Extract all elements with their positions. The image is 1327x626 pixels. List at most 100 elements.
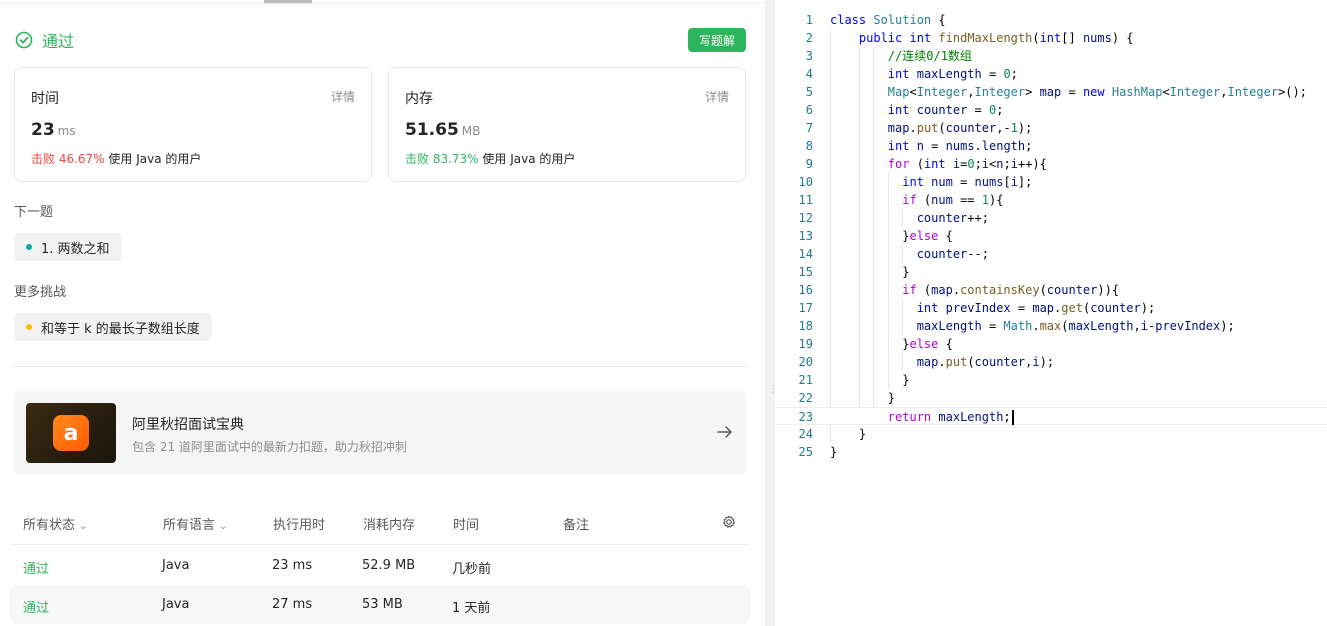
runtime-detail-link[interactable]: 详情 [331,88,355,105]
promo-banner[interactable]: a 阿里秋招面试宝典 包含 21 道阿里面试中的最新力扣题，助力秋招冲刺 [14,391,746,475]
code-line: 21 } [775,371,1327,389]
code-line: 14 counter--; [775,245,1327,263]
code-text: }else { [830,337,953,351]
write-solution-button[interactable]: 写题解 [687,28,746,52]
runtime-label: 时间 [31,91,59,107]
memory-detail-link[interactable]: 详情 [705,88,729,105]
line-number: 3 [805,49,813,63]
submission-status[interactable]: 通过 [23,597,49,616]
runtime-beat: 击败 46.67% 使用 Java 的用户 [31,150,201,167]
line-number: 22 [798,391,813,405]
code-line: 8 int n = nums.length; [775,137,1327,155]
line-number: 10 [798,175,813,189]
submission-status[interactable]: 通过 [23,558,49,577]
difficulty-medium-dot [26,324,32,330]
code-line: 12 counter++; [775,209,1327,227]
memory-beat: 击败 83.73% 使用 Java 的用户 [405,150,575,167]
language-filter[interactable]: 所有语言 ⌄ [163,514,227,533]
app-root: 通过 写题解 时间 详情 23 ms 击败 46.67% 使用 Java 的用户 … [0,0,1327,626]
panel-splitter[interactable]: ⋮ [765,0,778,626]
result-status-text: 通过 [42,32,75,51]
code-line: 22 } [775,389,1327,407]
code-line: 3 //连续0/1数组 [775,47,1327,65]
code-line: 19 }else { [775,335,1327,353]
challenge-problem-pill[interactable]: 和等于 k 的最长子数组长度 [14,313,212,341]
code-line: 10 int num = nums[i]; [775,173,1327,191]
runtime-number: 23 [31,120,55,140]
code-line: 2 public int findMaxLength(int[] nums) { [775,29,1327,47]
challenge-problem-title: 和等于 k 的最长子数组长度 [41,321,200,337]
memory-unit: MB [461,124,481,138]
line-number: 21 [798,373,813,387]
result-status-row: 通过 写题解 [14,28,746,52]
line-number: 2 [805,31,813,45]
memory-card: 内存 详情 51.65 MB 击败 83.73% 使用 Java 的用户 [388,67,746,182]
line-number: 5 [805,85,813,99]
settings-gear-icon[interactable] [722,515,736,529]
line-number: 8 [805,139,813,153]
runtime-value: 23 ms [31,120,76,140]
code-text: int prevIndex = map.get(counter); [916,301,1156,315]
line-number: 18 [798,319,813,333]
submissions-header: 所有状态 ⌄ 所有语言 ⌄ 执行用时 消耗内存 时间 备注 [10,506,750,538]
line-number: 17 [798,301,813,315]
code-text: int n = nums.length; [887,139,1033,153]
code-line: 16 if (map.containsKey(counter)){ [775,281,1327,299]
status-filter-label: 所有状态 [23,518,76,533]
code-editor[interactable]: 1 class Solution { 2 public int findMaxLe… [775,0,1327,626]
line-number: 4 [805,67,813,81]
code-text: if (map.containsKey(counter)){ [902,283,1120,297]
chevron-down-icon: ⌄ [79,521,88,532]
line-number: 14 [798,247,813,261]
submission-language: Java [162,558,190,573]
memory-label: 内存 [405,91,433,107]
code-text: return maxLength; [830,408,1014,426]
submission-language: Java [162,597,190,612]
code-line: 5 Map<Integer,Integer> map = new HashMap… [775,83,1327,101]
submission-row[interactable]: 通过 Java 23 ms 52.9 MB 几秒前 [10,547,750,585]
next-problem-pill[interactable]: 1. 两数之和 [14,233,122,261]
line-number: 12 [798,211,813,225]
code-line: 15 } [775,263,1327,281]
code-text: } [830,373,910,387]
memory-beat-suffix: 使用 Java 的用户 [482,152,576,166]
line-number: 1 [805,13,813,27]
section-divider [14,366,746,367]
arrow-right-icon[interactable] [716,423,734,441]
code-text: map.put(counter,-1); [887,121,1033,135]
promo-subtitle: 包含 21 道阿里面试中的最新力扣题，助力秋招冲刺 [132,440,407,454]
language-filter-label: 所有语言 [163,518,216,533]
code-text: } [830,445,838,459]
code-line-active: 23 return maxLength; [775,407,1327,425]
line-number: 20 [798,355,813,369]
drag-handle-icon[interactable]: ⋮ [768,385,778,404]
code-text: int maxLength = 0; [887,67,1018,81]
code-text: } [830,265,910,279]
submission-memory: 53 MB [362,597,403,612]
code-text: Map<Integer,Integer> map = new HashMap<I… [887,85,1307,99]
code-line: 20 map.put(counter,i); [775,353,1327,371]
submission-runtime: 23 ms [272,558,313,573]
runtime-beat-suffix: 使用 Java 的用户 [108,152,202,166]
runtime-header: 执行用时 [273,518,326,533]
status-filter[interactable]: 所有状态 ⌄ [23,514,87,533]
submission-row[interactable]: 通过 Java 27 ms 53 MB 1 天前 [10,586,750,624]
code-text: if (num == 1){ [902,193,1004,207]
next-problem-title: 1. 两数之和 [41,241,110,257]
code-text: public int findMaxLength(int[] nums) { [858,31,1134,45]
line-number: 13 [798,229,813,243]
code-line: 4 int maxLength = 0; [775,65,1327,83]
alibaba-logo-icon: a [53,415,89,451]
line-number: 16 [798,283,813,297]
line-number: 25 [798,445,813,459]
memory-beat-pct: 击败 83.73% [405,152,479,166]
line-number: 6 [805,103,813,117]
text-cursor [1011,410,1014,425]
submission-runtime: 27 ms [272,597,313,612]
code-line: 25} [775,443,1327,461]
code-text: } [830,427,867,441]
submission-time: 1 天前 [452,601,491,616]
line-number: 24 [798,427,813,441]
line-number: 7 [805,121,813,135]
chevron-down-icon: ⌄ [219,521,228,532]
